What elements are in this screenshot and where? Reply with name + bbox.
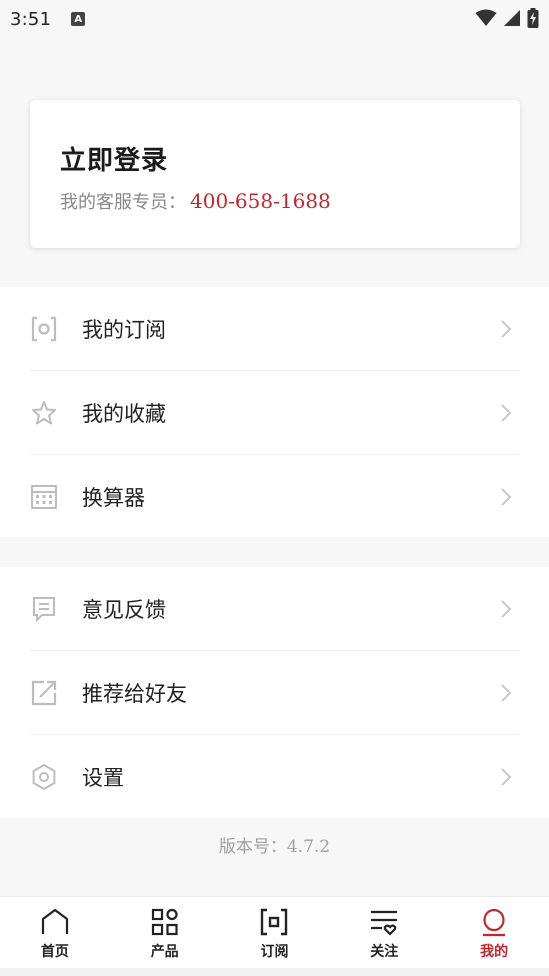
- login-card[interactable]: 立即登录 我的客服专员： 400-658-1688: [30, 100, 520, 248]
- subscribe-icon: [258, 906, 290, 938]
- grid-icon: [149, 906, 181, 938]
- follow-list-icon: [368, 906, 400, 938]
- customer-service-label: 我的客服专员：: [60, 192, 186, 213]
- chevron-right-icon: [501, 404, 512, 422]
- settings-hexagon-icon: [30, 763, 58, 791]
- profile-icon: [478, 906, 510, 938]
- nav-tab-home[interactable]: 首页: [0, 897, 110, 968]
- chevron-right-icon: [501, 488, 512, 506]
- app-root: 3:51 A 立即登录 我的客服专员： 400-658-1688 我的订阅 我的…: [0, 0, 549, 976]
- menu-item-favorites[interactable]: 我的收藏: [0, 371, 549, 455]
- menu-label-feedback: 意见反馈: [82, 598, 166, 622]
- status-bar: 3:51 A: [0, 0, 549, 38]
- status-time: 3:51: [10, 8, 52, 30]
- wifi-icon: [475, 9, 497, 26]
- subscription-frame-icon: [30, 315, 58, 343]
- login-title[interactable]: 立即登录: [60, 140, 168, 177]
- customer-service-row: 我的客服专员： 400-658-1688: [60, 188, 331, 214]
- menu-item-recommend[interactable]: 推荐给好友: [0, 651, 549, 735]
- nav-label-mine: 我的: [480, 944, 509, 960]
- status-indicators: [475, 8, 539, 28]
- nav-tab-follow[interactable]: 关注: [329, 897, 439, 968]
- chevron-right-icon: [501, 768, 512, 786]
- menu-item-feedback[interactable]: 意见反馈: [0, 567, 549, 651]
- customer-service-phone[interactable]: 400-658-1688: [190, 189, 331, 213]
- menu-label-favorites: 我的收藏: [82, 402, 166, 426]
- notification-icon: A: [71, 12, 86, 26]
- nav-label-home: 首页: [40, 944, 69, 960]
- chevron-right-icon: [501, 684, 512, 702]
- menu-label-recommend: 推荐给好友: [82, 682, 187, 706]
- bottom-nav: 首页 产品 订阅 关注 我的: [0, 896, 549, 968]
- menu-item-converter[interactable]: 换算器: [0, 455, 549, 539]
- menu-label-settings: 设置: [82, 766, 124, 790]
- nav-label-products: 产品: [150, 944, 179, 960]
- notification-letter: A: [74, 13, 83, 25]
- menu-label-subscriptions: 我的订阅: [82, 318, 166, 342]
- menu-item-subscriptions[interactable]: 我的订阅: [0, 287, 549, 371]
- chevron-right-icon: [501, 600, 512, 618]
- battery-charging-icon: [527, 8, 539, 28]
- chevron-right-icon: [501, 320, 512, 338]
- home-icon: [39, 906, 71, 938]
- calculator-icon: [30, 483, 58, 511]
- nav-label-follow: 关注: [370, 944, 399, 960]
- cell-signal-icon: [504, 10, 520, 26]
- menu-label-converter: 换算器: [82, 486, 145, 510]
- menu-item-settings[interactable]: 设置: [0, 735, 549, 819]
- version-text: 版本号：4.7.2: [218, 837, 331, 857]
- menu-group-primary: 我的订阅 我的收藏 换算器: [0, 287, 549, 537]
- nav-tab-products[interactable]: 产品: [110, 897, 220, 968]
- star-icon: [30, 399, 58, 427]
- nav-tab-subscribe[interactable]: 订阅: [220, 897, 330, 968]
- feedback-icon: [30, 595, 58, 623]
- share-icon: [30, 679, 58, 707]
- system-nav-area: [0, 968, 549, 976]
- nav-label-subscribe: 订阅: [260, 944, 289, 960]
- nav-tab-mine[interactable]: 我的: [439, 897, 549, 968]
- menu-group-secondary: 意见反馈 推荐给好友 设置: [0, 567, 549, 818]
